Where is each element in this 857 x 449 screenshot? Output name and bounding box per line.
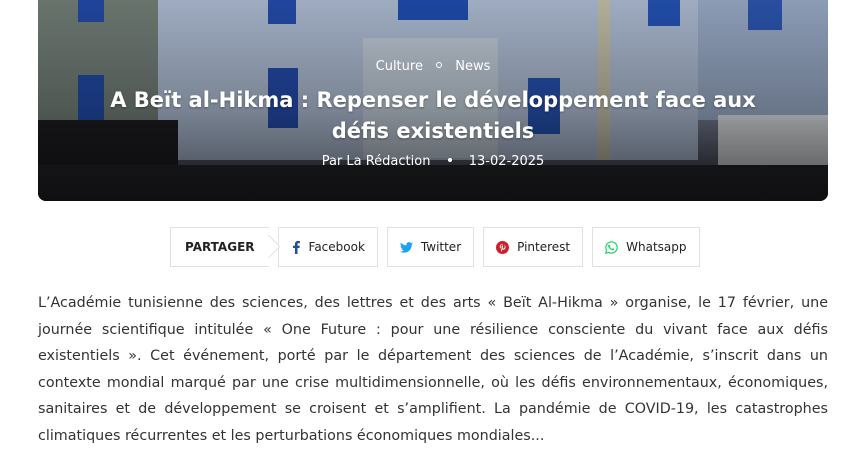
hero-content: Culture News A Beït al-Hikma : Repenser …: [38, 58, 828, 171]
facebook-label: Facebook: [308, 240, 365, 254]
meta-separator: [447, 158, 452, 162]
category-news[interactable]: News: [455, 58, 490, 76]
hero-banner: Culture News A Beït al-Hikma : Repenser …: [38, 0, 828, 201]
facebook-share-button[interactable]: Facebook: [277, 227, 378, 267]
pinterest-label: Pinterest: [517, 240, 571, 254]
article-body: L’Académie tunisienne des sciences, des …: [38, 295, 828, 444]
author[interactable]: Par La Rédaction: [322, 154, 431, 169]
pinterest-icon: [496, 240, 510, 254]
category-separator: [436, 62, 443, 68]
share-label: PARTAGER: [170, 227, 269, 267]
category-list: Culture News: [38, 58, 828, 77]
category-culture[interactable]: Culture: [376, 58, 423, 76]
twitter-icon: [399, 241, 413, 253]
article-meta: Par La Rédaction 13-02-2025: [38, 153, 828, 171]
facebook-icon: [292, 241, 300, 254]
pinterest-share-button[interactable]: Pinterest: [483, 227, 584, 267]
twitter-share-button[interactable]: Twitter: [386, 227, 475, 267]
article-title: A Beït al-Hikma : Repenser le développem…: [110, 87, 756, 143]
whatsapp-share-button[interactable]: Whatsapp: [592, 227, 700, 267]
twitter-label: Twitter: [420, 240, 462, 254]
whatsapp-icon: [605, 240, 618, 254]
whatsapp-label: Whatsapp: [626, 240, 687, 254]
share-bar: PARTAGER Facebook Twitter Pinterest What…: [170, 227, 700, 267]
publish-date: 13-02-2025: [468, 153, 545, 169]
